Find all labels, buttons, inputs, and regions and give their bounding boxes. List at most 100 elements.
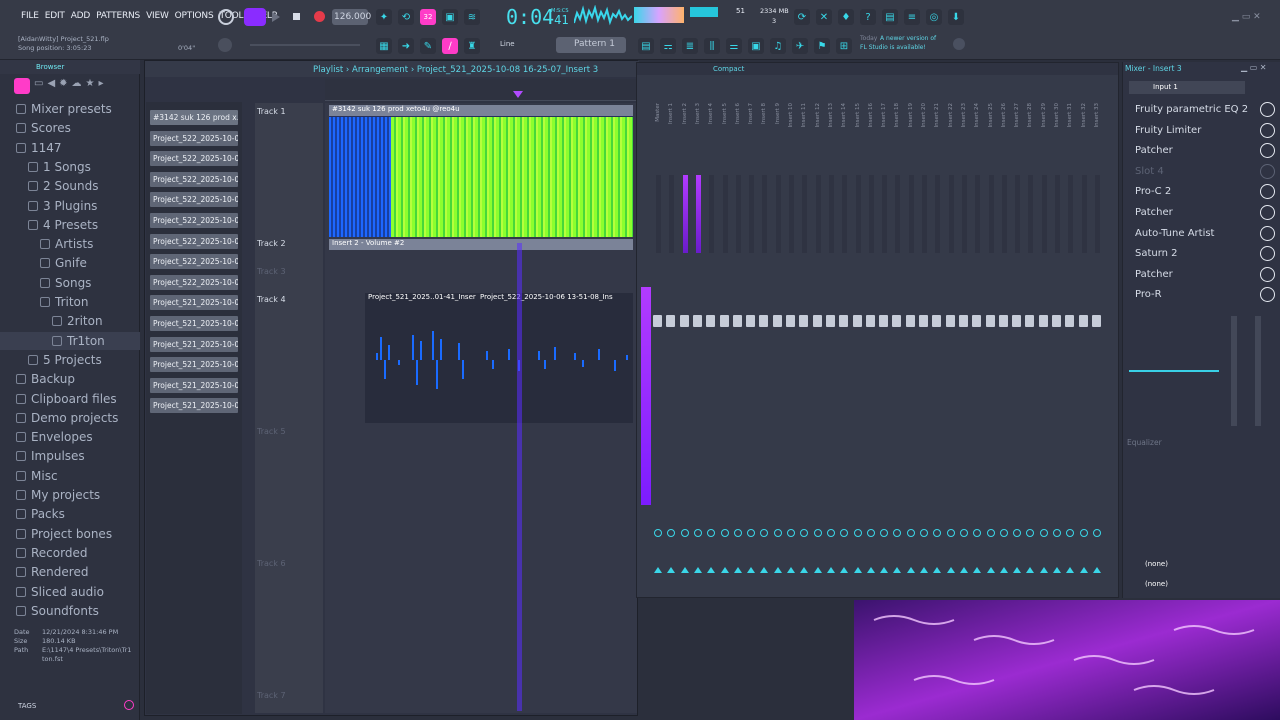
volume-fader[interactable] (746, 315, 756, 327)
browser-item[interactable]: Misc (0, 467, 140, 485)
route-arrow-icon[interactable] (920, 567, 928, 573)
mixer-strip[interactable]: Insert 2 (679, 101, 692, 581)
plugin-db-icon[interactable]: ▣ (748, 38, 764, 54)
picker-clip[interactable]: Project_521_2025-10-08... (150, 398, 238, 414)
insert-window-controls[interactable]: ▁ ▭ ✕ (1241, 63, 1267, 72)
browser-item[interactable]: Mixer presets (0, 100, 140, 118)
browser-item[interactable]: Tr1ton (0, 331, 140, 350)
route-arrow-icon[interactable] (853, 567, 862, 573)
tags-search-icon[interactable] (124, 700, 134, 710)
plugin-icon[interactable]: ⬇ (948, 9, 964, 25)
picker-clip[interactable]: Project_521_2025-10-08... (150, 316, 238, 331)
render-icon[interactable]: ▤ (882, 9, 898, 25)
tags-label[interactable]: TAGS (18, 702, 36, 710)
send-knob[interactable] (693, 529, 702, 537)
route-arrow-icon[interactable] (733, 567, 742, 573)
route-arrow-icon[interactable] (1092, 567, 1101, 573)
route-arrow-icon[interactable] (880, 567, 889, 573)
fx-slot[interactable]: Auto-Tune Artist (1135, 224, 1275, 243)
flag-icon[interactable]: ⚑ (814, 38, 830, 54)
browser-plugins-icon[interactable]: ✹ (59, 78, 67, 94)
help-icon[interactable]: ? (860, 9, 876, 25)
volume-fader[interactable] (786, 315, 795, 327)
send-knob[interactable] (853, 529, 862, 537)
mixer-strip[interactable]: Insert 5 (719, 101, 732, 581)
picker-clip[interactable]: Project_522_2025-10-06... (150, 130, 238, 146)
volume-fader[interactable] (679, 315, 689, 327)
mixer-strip[interactable]: Insert 28 (1025, 101, 1037, 581)
browser-item[interactable]: Soundfonts (0, 602, 140, 620)
marker-icon[interactable]: ✈ (792, 38, 808, 54)
fx-slot[interactable]: Pro-C 2 (1135, 182, 1275, 201)
route-arrow-icon[interactable] (826, 567, 835, 573)
mixer-view-icon[interactable]: ≣ (682, 38, 698, 54)
picker-clip[interactable]: Project_522_2025-10-06... (150, 151, 238, 167)
picker-clip[interactable]: Project_522_2025-10-06... (150, 233, 238, 249)
volume-fader[interactable] (1012, 315, 1022, 327)
browser-item[interactable]: Rendered (0, 563, 140, 581)
menu-add[interactable]: ADD (68, 11, 93, 21)
mixer-strip[interactable]: Insert 3 (692, 101, 705, 581)
track-header[interactable]: Track 4 (257, 295, 286, 304)
touch-keyboard-icon[interactable]: ♫ (770, 38, 786, 54)
send-knob[interactable] (787, 529, 795, 537)
fx-slot[interactable]: Saturn 2 (1135, 244, 1275, 263)
volume-fader[interactable] (759, 315, 769, 327)
browser-item[interactable]: 2riton (0, 312, 140, 330)
browser-item[interactable]: Triton (0, 293, 140, 311)
browser-item[interactable]: Sliced audio (0, 583, 140, 601)
mixer-strip[interactable]: Insert 4 (706, 101, 718, 581)
route-arrow-icon[interactable] (707, 567, 716, 573)
mix-knob[interactable] (1260, 287, 1275, 303)
volume-fader[interactable] (879, 315, 889, 327)
channel-view-icon[interactable]: ⫼ (704, 38, 720, 54)
send-knob[interactable] (1039, 529, 1048, 537)
master-volume-knob[interactable] (218, 9, 234, 25)
volume-fader[interactable] (1078, 315, 1088, 327)
mixer-icon[interactable]: ≡ (904, 9, 920, 25)
route-arrow-icon[interactable] (693, 567, 702, 573)
brush-icon[interactable]: ♜ (464, 38, 480, 54)
track-header[interactable]: Track 5 (257, 427, 286, 436)
menu-patterns[interactable]: PATTERNS (93, 11, 143, 21)
mixer-strip[interactable]: Insert 14 (839, 101, 851, 581)
send-knob[interactable] (973, 529, 982, 537)
send-knob[interactable] (893, 529, 902, 537)
volume-fader[interactable] (772, 315, 782, 327)
arrangement-area[interactable]: #3142 suk 126 prod xeto4u @reo4u Insert … (325, 103, 637, 713)
browser-item[interactable]: Backup (0, 370, 140, 388)
mix-knob[interactable] (1260, 225, 1275, 241)
fx-slot[interactable]: Patcher (1135, 203, 1275, 222)
tempo-display[interactable]: 126.000 (332, 9, 371, 25)
route-arrow-icon[interactable] (999, 567, 1008, 573)
fx-slot[interactable]: Patcher (1135, 265, 1275, 284)
mix-knob[interactable] (1260, 266, 1275, 282)
route-arrow-icon[interactable] (1026, 567, 1035, 573)
menu-edit[interactable]: EDIT (42, 11, 68, 21)
play-button[interactable] (272, 12, 280, 22)
send-knob[interactable] (680, 529, 689, 537)
send-knob[interactable] (773, 529, 782, 537)
mix-knob[interactable] (1260, 122, 1275, 138)
mixer-strip[interactable]: Insert 8 (759, 101, 771, 581)
mixer-strip[interactable]: Insert 22 (945, 101, 958, 581)
route-arrow-icon[interactable] (866, 567, 875, 573)
undo-icon[interactable]: ⟳ (794, 9, 810, 25)
fx-slot[interactable]: Pro-R (1135, 285, 1275, 304)
mixer-strip[interactable]: Insert 11 (799, 101, 811, 581)
volume-fader[interactable] (998, 315, 1008, 327)
send-knob[interactable] (880, 529, 889, 537)
mixer-strip[interactable]: Insert 12 (812, 101, 825, 581)
send-knob[interactable] (866, 529, 875, 537)
mix-knob[interactable] (1260, 143, 1275, 159)
picker-clip[interactable]: Project_521_2025-10-08... (150, 377, 238, 393)
mixer-strip[interactable]: Insert 30 (1052, 101, 1064, 581)
fx-slot[interactable]: Fruity Limiter (1135, 121, 1275, 140)
pattern-song-toggle[interactable] (244, 8, 266, 26)
volume-fader[interactable] (732, 315, 742, 327)
route-arrow-icon[interactable] (986, 567, 995, 573)
mixer-strip[interactable]: Insert 23 (958, 101, 971, 581)
send-knob[interactable] (826, 529, 835, 537)
mixer-strip[interactable]: Insert 27 (1012, 101, 1024, 581)
mixer-strip[interactable]: Insert 16 (865, 101, 878, 581)
